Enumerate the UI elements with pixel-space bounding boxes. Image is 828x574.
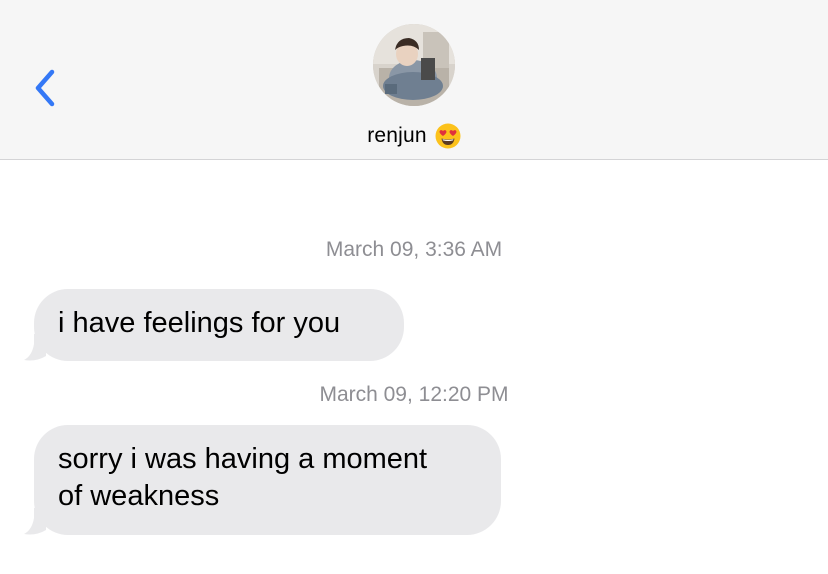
contact-name: renjun <box>367 124 427 147</box>
chevron-left-icon <box>35 69 55 107</box>
contact-name-row[interactable]: renjun <box>0 121 828 151</box>
conversation-header: renjun <box>0 0 828 160</box>
message-text: i have feelings for you <box>58 307 341 339</box>
back-button[interactable] <box>30 66 64 110</box>
message-text-line: sorry i was having a moment <box>58 443 428 475</box>
conversation-screen: renjun March 09, 3:36 AM i have feelings… <box>0 0 828 574</box>
avatar[interactable] <box>373 24 455 106</box>
avatar-photo <box>373 24 455 106</box>
message-bubble[interactable]: sorry i was having a moment of weakness <box>34 425 501 535</box>
message-text-line: of weakness <box>58 480 220 512</box>
heart-eyes-emoji-icon <box>435 123 461 149</box>
message-timestamp: March 09, 3:36 AM <box>325 238 503 261</box>
message-bubble[interactable]: i have feelings for you <box>34 289 404 361</box>
message-timestamp: March 09, 12:20 PM <box>319 383 509 406</box>
